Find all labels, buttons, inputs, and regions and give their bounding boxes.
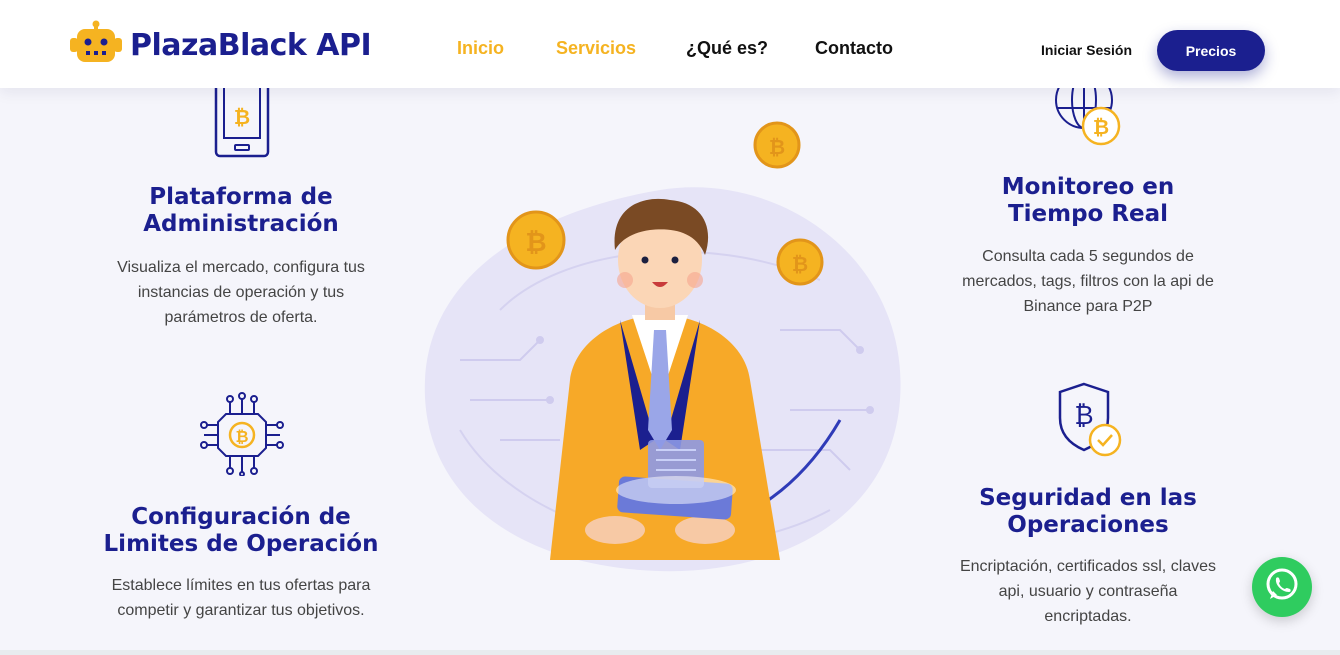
- phone-bitcoin-icon: ₿: [214, 74, 270, 163]
- title-line: Operaciones: [1007, 512, 1169, 538]
- bitcoin-coin-icon: ₿: [776, 238, 824, 286]
- title-line: Seguridad en las: [979, 485, 1197, 511]
- title-line: Limites de Operación: [103, 531, 379, 557]
- svg-text:₿: ₿: [1093, 115, 1109, 139]
- desc-line: Binance para P2P: [1023, 298, 1153, 315]
- desc-line: Consulta cada 5 segundos de: [982, 248, 1194, 265]
- top-navbar: PlazaBlack API Inicio Servicios ¿Qué es?…: [0, 0, 1340, 88]
- desc-line: parámetros de oferta.: [164, 309, 318, 326]
- network-bitcoin-icon: ₿: [200, 392, 284, 481]
- globe-bitcoin-icon: ₿: [1054, 71, 1124, 155]
- desc-line: api, usuario y contraseña: [998, 583, 1178, 600]
- feature-desc-configuracion: Establece límites en tus ofertas para co…: [91, 573, 391, 623]
- feature-desc-plataforma: Visualiza el mercado, configura tus inst…: [91, 255, 391, 330]
- desc-line: mercados, tags, filtros con la api de: [962, 273, 1214, 290]
- title-line: Administración: [143, 211, 339, 237]
- shield-bitcoin-icon: ₿: [1054, 380, 1126, 465]
- desc-line: Visualiza el mercado, configura tus: [117, 259, 365, 276]
- desc-line: encriptadas.: [1044, 608, 1132, 625]
- svg-text:₿: ₿: [235, 427, 248, 446]
- brand-name: PlazaBlack API: [130, 28, 372, 63]
- nav-link-que-es[interactable]: ¿Qué es?: [686, 38, 768, 59]
- feature-title-plataforma: Plataforma de Administración: [91, 184, 391, 238]
- feature-desc-seguridad: Encriptación, certificados ssl, claves a…: [938, 554, 1238, 629]
- feature-title-seguridad: Seguridad en las Operaciones: [938, 485, 1238, 539]
- page-divider: [0, 650, 1340, 655]
- desc-line: instancias de operación y tus: [137, 284, 345, 301]
- nav-link-contacto[interactable]: Contacto: [815, 38, 893, 59]
- brand-logo[interactable]: PlazaBlack API: [70, 20, 372, 71]
- title-line: Plataforma de: [149, 184, 333, 210]
- whatsapp-button[interactable]: [1252, 557, 1312, 617]
- desc-line: Encriptación, certificados ssl, claves: [959, 558, 1217, 575]
- desc-line: Establece límites en tus ofertas para: [111, 577, 371, 594]
- desc-line: competir y garantizar tus objetivos.: [117, 602, 365, 619]
- svg-text:₿: ₿: [525, 228, 546, 258]
- login-link[interactable]: Iniciar Sesión: [1041, 42, 1132, 58]
- svg-text:₿: ₿: [792, 252, 808, 276]
- whatsapp-icon: [1264, 567, 1300, 608]
- feature-title-monitoreo: Monitoreo en Tiempo Real: [938, 174, 1238, 228]
- title-line: Tiempo Real: [1007, 201, 1169, 227]
- svg-text:₿: ₿: [234, 105, 250, 129]
- title-line: Monitoreo en: [1001, 174, 1175, 200]
- svg-text:₿: ₿: [1074, 401, 1093, 431]
- svg-text:₿: ₿: [769, 135, 785, 159]
- feature-title-configuracion: Configuración de Limites de Operación: [91, 504, 391, 558]
- feature-desc-monitoreo: Consulta cada 5 segundos de mercados, ta…: [938, 244, 1238, 319]
- bitcoin-coin-icon: ₿: [753, 121, 801, 169]
- bitcoin-coin-icon: ₿: [506, 210, 566, 270]
- hero-illustration: ₿ ₿ ₿: [400, 110, 920, 590]
- title-line: Configuración de: [131, 504, 351, 530]
- precios-button[interactable]: Precios: [1157, 30, 1265, 71]
- nav-link-servicios[interactable]: Servicios: [556, 38, 636, 59]
- robot-logo-icon: [70, 20, 122, 71]
- nav-link-inicio[interactable]: Inicio: [457, 38, 504, 59]
